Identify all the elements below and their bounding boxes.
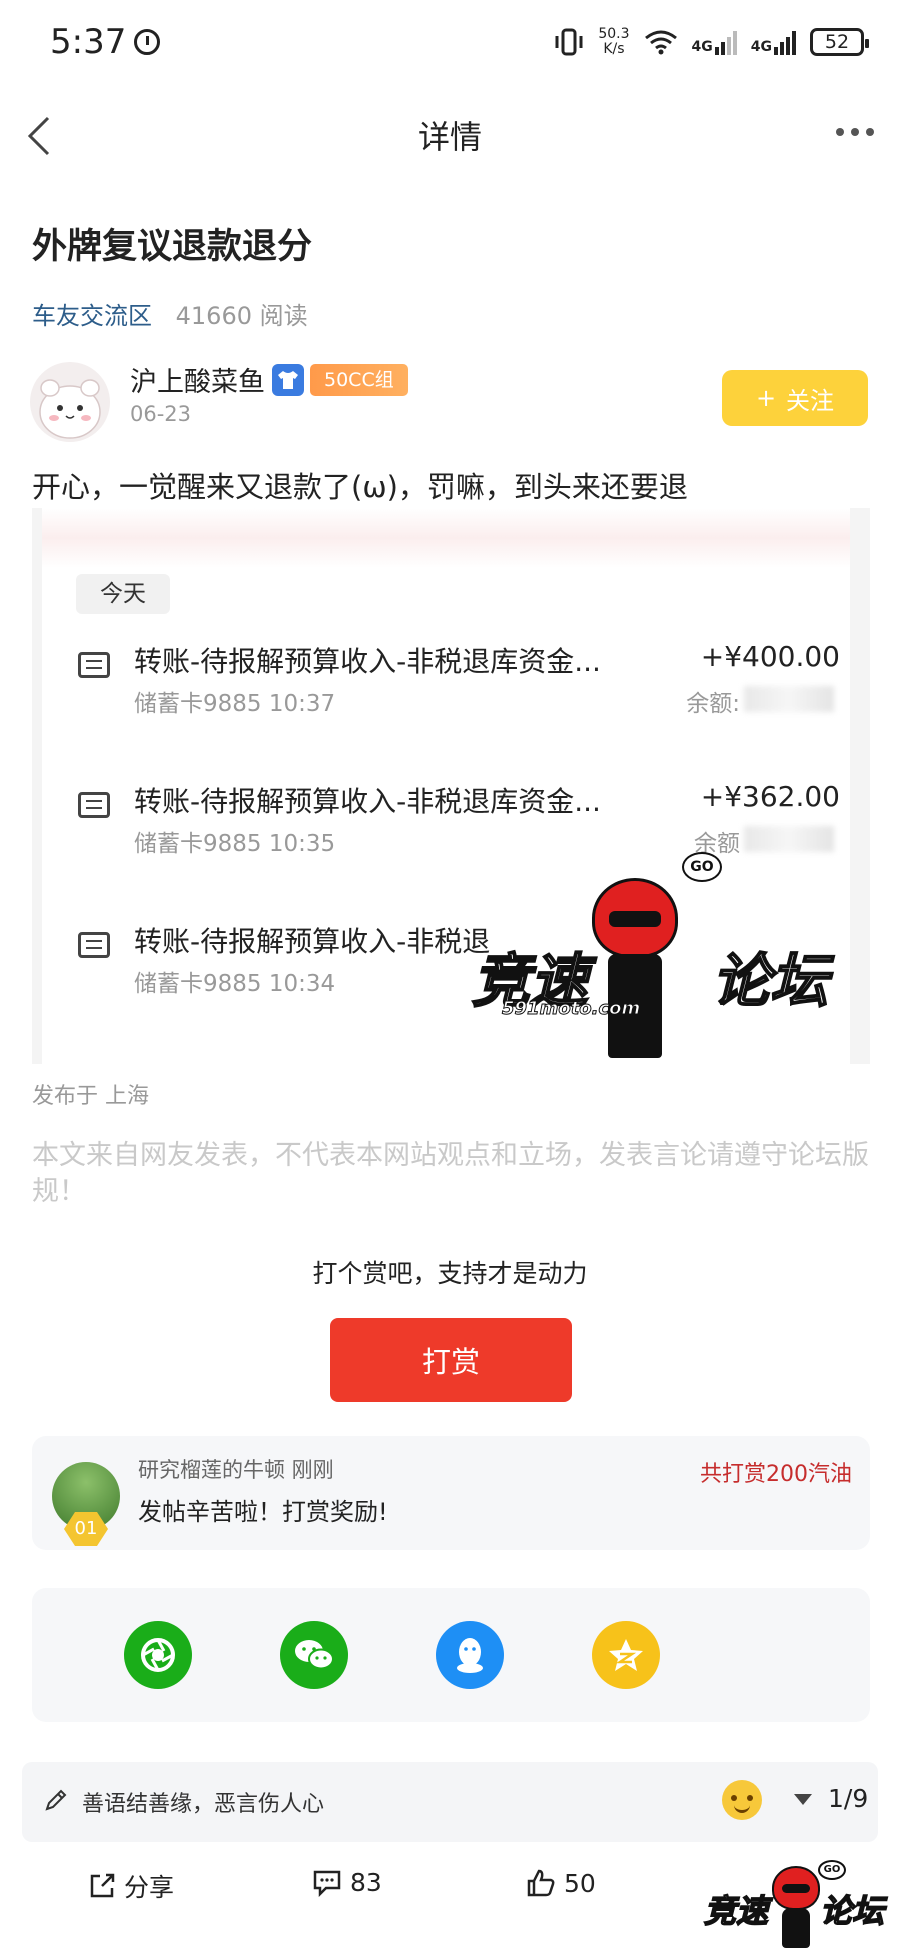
status-time-group: 5:37 [50, 22, 161, 62]
transaction-title: 转账-待报解预算收入-非税退库资金... [134, 645, 601, 678]
post-meta: 车友交流区 41660 阅读 [32, 296, 308, 331]
alarm-icon [134, 29, 161, 55]
reward-prompt: 打个赏吧，支持才是动力 [312, 1259, 588, 1288]
wifi-icon [644, 30, 677, 55]
share-button[interactable]: 分享 [88, 1868, 174, 1904]
transaction-title: 转账-待报解预算收入-非税退库资金... [134, 785, 601, 818]
reward-total[interactable]: 共打赏200汽油 [700, 1456, 852, 1488]
status-bar: 5:37 50.3 K/s 4G 4G 52 [0, 0, 900, 84]
status-icons: 50.3 K/s 4G 4G 52 [554, 27, 869, 57]
forum-watermark-logo: 竞速 论坛 GO 591moto.com [471, 848, 862, 1064]
comment-button[interactable]: 83 [312, 1868, 382, 1897]
group-badge: 50CC组 [310, 364, 408, 396]
net-speed: 50.3 K/s [598, 27, 629, 57]
thumbs-up-icon [527, 1869, 555, 1897]
transfer-icon [78, 652, 110, 678]
image-header-band [42, 508, 850, 568]
today-chip: 今天 [76, 574, 170, 614]
transfer-icon [78, 932, 110, 958]
more-icon[interactable] [836, 128, 874, 136]
transaction-sub: 储蓄卡9885 10:35 [134, 831, 336, 857]
transaction-amount: +¥362.00 [700, 780, 840, 813]
reward-record: 01 研究榴莲的牛顿 刚刚 发帖辛苦啦！打赏奖励! 共打赏200汽油 [32, 1436, 870, 1550]
nav-bar: 详情 [0, 96, 900, 176]
page-title: 详情 [417, 118, 482, 156]
go-bubble: GO [682, 852, 722, 882]
watermark-text-left: 竞速 [703, 1891, 769, 1931]
pencil-icon [45, 1789, 67, 1811]
go-bubble: GO [818, 1860, 846, 1880]
plus-icon: + [755, 384, 777, 412]
transaction-row: 转账-待报解预算收入-非税退库资金... +¥400.00 储蓄卡9885 10… [42, 626, 850, 736]
post-title: 外牌复议退款退分 [32, 227, 313, 267]
rider-figure-icon [782, 1908, 810, 1948]
dropdown-arrow-icon[interactable] [794, 1794, 812, 1805]
like-button[interactable]: 50 [526, 1868, 596, 1898]
net-speed-value: 50.3 [598, 26, 630, 42]
read-count: 41660 阅读 [175, 302, 308, 330]
transaction-balance-label: 余额: [686, 691, 740, 717]
watermark-text-right: 论坛 [819, 1891, 885, 1931]
qzone-icon[interactable] [592, 1621, 660, 1689]
signal-1-label: 4G [691, 39, 713, 55]
comment-input-bar[interactable]: 善语结善缘，恶言伤人心 1/9 [22, 1762, 878, 1842]
bottom-action-bar: 分享 83 50 竞速 论坛 GO [0, 1860, 900, 1950]
comment-icon [313, 1870, 341, 1897]
disclaimer: 本文来自网友发表，不代表本网站观点和立场，发表言论请遵守论坛版规！ [32, 1140, 869, 1207]
author-name[interactable]: 沪上酸菜鱼 [130, 360, 265, 399]
status-time: 5:37 [50, 22, 127, 62]
avatar[interactable] [30, 362, 110, 442]
helmet-icon [772, 1866, 820, 1910]
post-body: 开心，一觉醒来又退款了(ω)，罚嘛，到头来还要退 [32, 470, 688, 504]
section-link[interactable]: 车友交流区 [32, 302, 152, 330]
transaction-amount: +¥400.00 [700, 640, 840, 673]
comment-placeholder: 善语结善缘，恶言伤人心 [82, 1792, 325, 1817]
battery-level: 52 [824, 31, 850, 53]
battery-icon: 52 [810, 28, 869, 56]
rewarder-name: 研究榴莲的牛顿 刚刚 [138, 1458, 334, 1482]
follow-label: 关注 [786, 386, 835, 415]
follow-button[interactable]: + 关注 [722, 370, 868, 426]
emoji-icon[interactable] [722, 1780, 762, 1820]
watermark-url: 591moto.com [501, 998, 641, 1020]
vibrate-icon [555, 28, 583, 56]
blurred-balance [744, 686, 834, 712]
transfer-icon [78, 792, 110, 818]
reward-message: 发帖辛苦啦！打赏奖励! [138, 1498, 388, 1526]
post-date: 06-23 [130, 402, 192, 426]
page-indicator[interactable]: 1/9 [828, 1784, 868, 1813]
forum-watermark-logo-small: 竞速 论坛 GO [700, 1860, 896, 1950]
share-label: 分享 [124, 1873, 175, 1902]
signal-2-label: 4G [750, 39, 772, 55]
post-image[interactable]: 今天 转账-待报解预算收入-非税退库资金... +¥400.00 储蓄卡9885… [32, 508, 870, 1064]
moments-icon[interactable] [124, 1621, 192, 1689]
published-location: 发布于 上海 [32, 1084, 149, 1109]
qq-icon[interactable] [436, 1621, 504, 1689]
net-speed-unit: K/s [603, 41, 625, 57]
like-count: 50 [564, 1868, 596, 1898]
signal-bars-icon [774, 29, 796, 55]
hamster-avatar-icon [39, 379, 101, 439]
signal-bars-icon [714, 29, 737, 55]
wechat-icon[interactable] [280, 1621, 348, 1689]
reward-button[interactable]: 打赏 [330, 1318, 572, 1402]
signal-1: 4G [692, 29, 737, 55]
share-panel [32, 1588, 870, 1722]
share-icon [90, 1873, 115, 1898]
transaction-sub: 储蓄卡9885 10:37 [134, 691, 336, 717]
transaction-sub: 储蓄卡9885 10:34 [134, 971, 336, 997]
signal-2: 4G [751, 29, 796, 55]
watermark-text-right: 论坛 [711, 946, 829, 1016]
helmet-icon [592, 878, 678, 958]
comment-count: 83 [350, 1868, 382, 1897]
tshirt-icon [272, 364, 304, 396]
